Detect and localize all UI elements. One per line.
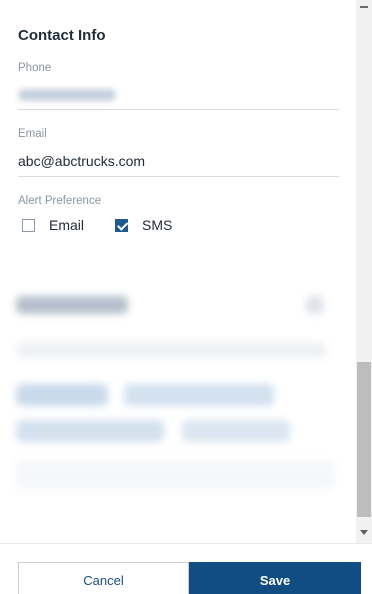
- redacted-chip: [16, 384, 108, 406]
- scrollbar-thumb[interactable]: [357, 362, 371, 517]
- redacted-heading: [16, 296, 128, 314]
- redacted-field: [16, 342, 326, 358]
- contact-panel: Contact Info Phone Email abc@abctrucks.c…: [0, 0, 356, 543]
- alert-option-email[interactable]: Email: [22, 217, 84, 233]
- alert-preference-options: Email SMS: [22, 217, 203, 233]
- phone-divider: [18, 109, 339, 110]
- cancel-button[interactable]: Cancel: [18, 562, 189, 594]
- redacted-chip: [16, 420, 164, 442]
- save-button[interactable]: Save: [189, 562, 361, 594]
- scroll-down-arrow-icon[interactable]: [360, 530, 368, 535]
- email-divider: [18, 176, 339, 177]
- alert-preference-label: Alert Preference: [18, 195, 102, 207]
- redacted-box: [16, 460, 334, 490]
- phone-value-redacted[interactable]: [18, 89, 116, 101]
- vertical-scrollbar[interactable]: [356, 0, 372, 543]
- sms-checkbox[interactable]: [115, 218, 129, 232]
- action-footer: Cancel Save: [0, 543, 372, 594]
- alert-option-sms[interactable]: SMS: [115, 217, 172, 233]
- section-title: Contact Info: [18, 27, 106, 44]
- email-value[interactable]: abc@abctrucks.com: [18, 153, 145, 169]
- redacted-chip: [124, 384, 274, 406]
- phone-label: Phone: [18, 62, 52, 74]
- email-checkbox[interactable]: [22, 218, 35, 232]
- redacted-icon: [306, 296, 324, 314]
- redacted-chip: [182, 420, 290, 442]
- redacted-section: [0, 280, 356, 540]
- email-label: Email: [18, 128, 47, 140]
- scroll-up-arrow-icon[interactable]: [360, 6, 368, 8]
- sms-option-label: SMS: [142, 217, 173, 233]
- email-option-label: Email: [49, 217, 85, 233]
